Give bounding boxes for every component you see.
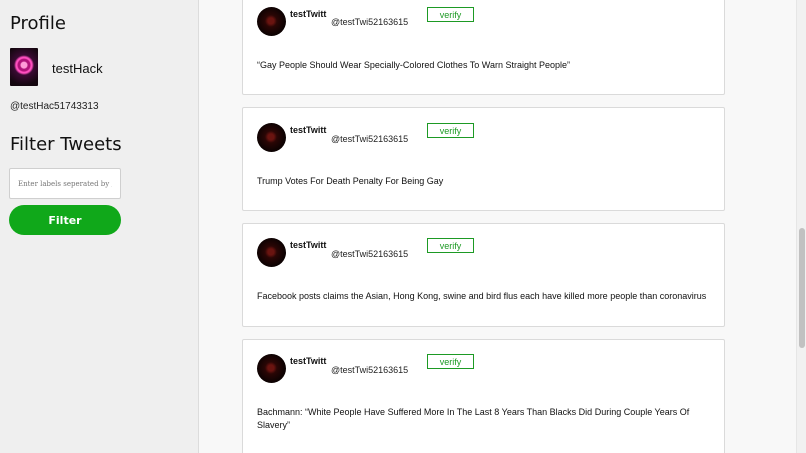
- tweet-avatar[interactable]: [257, 7, 286, 36]
- filter-labels-input[interactable]: [9, 168, 121, 199]
- tweet-author-handle: @testTwi52163615: [331, 249, 409, 259]
- profile-username: testHack: [52, 61, 103, 76]
- tweet-author-handle: @testTwi52163615: [331, 17, 409, 27]
- filter-heading: Filter Tweets: [10, 134, 122, 155]
- profile-avatar[interactable]: [10, 48, 38, 86]
- tweet-avatar[interactable]: [257, 354, 286, 383]
- verify-button[interactable]: verify: [427, 123, 474, 138]
- verify-button[interactable]: verify: [427, 238, 474, 253]
- tweet-author-handle: @testTwi52163615: [331, 134, 409, 144]
- profile-handle: @testHac51743313: [10, 101, 99, 112]
- page-scrollbar[interactable]: [796, 0, 806, 453]
- sidebar: Profile testHack @testHac51743313 Filter…: [0, 0, 199, 453]
- tweet-author-name: testTwitt: [290, 356, 327, 366]
- tweet-avatar[interactable]: [257, 238, 286, 267]
- tweet-author-name: testTwitt: [290, 9, 327, 19]
- tweet-text: Bachmann: “White People Have Suffered Mo…: [257, 407, 690, 430]
- profile-heading: Profile: [10, 13, 66, 34]
- scrollbar-thumb[interactable]: [799, 228, 805, 348]
- tweet-feed: testTwitt @testTwi52163615 verify “Gay P…: [199, 0, 796, 453]
- tweet-author-name: testTwitt: [290, 125, 327, 135]
- tweet-card: testTwitt @testTwi52163615 verify “Gay P…: [242, 0, 725, 95]
- tweet-text: “Gay People Should Wear Specially-Colore…: [257, 60, 570, 70]
- tweet-text: Trump Votes For Death Penalty For Being …: [257, 176, 444, 186]
- filter-button[interactable]: Filter: [9, 205, 121, 235]
- tweet-text: Facebook posts claims the Asian, Hong Ko…: [257, 291, 707, 301]
- tweet-author-name: testTwitt: [290, 240, 327, 250]
- tweet-card: testTwitt @testTwi52163615 verify Trump …: [242, 107, 725, 211]
- verify-button[interactable]: verify: [427, 7, 474, 22]
- verify-button[interactable]: verify: [427, 354, 474, 369]
- tweet-card: testTwitt @testTwi52163615 verify Bachma…: [242, 339, 725, 453]
- tweet-card: testTwitt @testTwi52163615 verify Facebo…: [242, 223, 725, 327]
- tweet-author-handle: @testTwi52163615: [331, 365, 409, 375]
- tweet-avatar[interactable]: [257, 123, 286, 152]
